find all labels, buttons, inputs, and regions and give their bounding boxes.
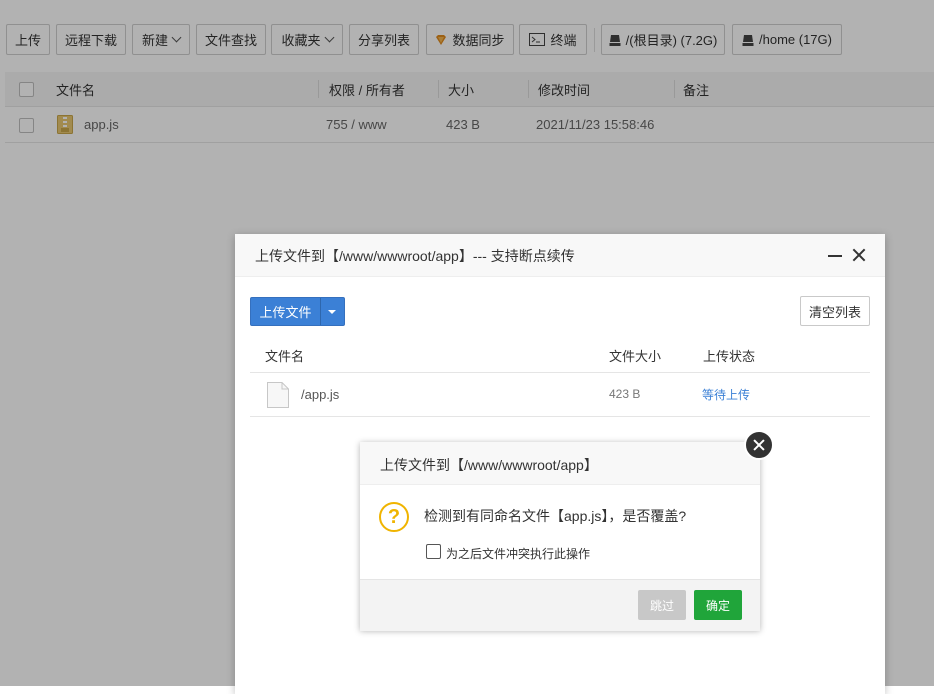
upload-file-size: 423 B <box>609 387 641 401</box>
skip-button[interactable]: 跳过 <box>638 590 686 620</box>
confirm-message: 检测到有同命名文件【app.js】，是否覆盖? <box>424 508 687 524</box>
upload-table-header: 文件名 文件大小 上传状态 <box>250 338 870 373</box>
clear-list-button[interactable]: 清空列表 <box>800 296 870 326</box>
upload-col-status: 上传状态 <box>703 348 756 364</box>
apply-all-label[interactable]: 为之后文件冲突执行此操作 <box>446 545 590 562</box>
caret-down-icon[interactable] <box>328 310 336 314</box>
confirm-button[interactable]: 确定 <box>694 590 742 620</box>
upload-dialog-title: 上传文件到【/www/wwwroot/app】--- 支持断点续传 <box>255 248 575 264</box>
confirm-dialog-title: 上传文件到【/www/wwwroot/app】 <box>380 457 598 473</box>
close-icon[interactable] <box>744 430 774 460</box>
close-icon[interactable] <box>851 247 867 263</box>
upload-row: /app.js 423 B 等待上传 <box>250 372 870 417</box>
minimize-icon[interactable] <box>828 255 842 257</box>
upload-dialog-header: 上传文件到【/www/wwwroot/app】--- 支持断点续传 <box>235 234 885 277</box>
question-icon: ? <box>379 502 409 532</box>
upload-status: 等待上传 <box>702 387 751 402</box>
upload-col-size: 文件大小 <box>609 348 662 364</box>
file-icon <box>267 382 289 408</box>
confirm-dialog-header: 上传文件到【/www/wwwroot/app】 <box>360 442 760 485</box>
upload-col-name: 文件名 <box>265 348 305 364</box>
overwrite-confirm-dialog: 上传文件到【/www/wwwroot/app】 ? 检测到有同命名文件【app.… <box>360 442 760 631</box>
confirm-dialog-footer: 跳过 确定 <box>360 579 760 631</box>
upload-file-name: /app.js <box>301 386 340 402</box>
apply-all-checkbox[interactable] <box>426 544 441 559</box>
upload-files-button[interactable]: 上传文件 <box>250 297 345 326</box>
